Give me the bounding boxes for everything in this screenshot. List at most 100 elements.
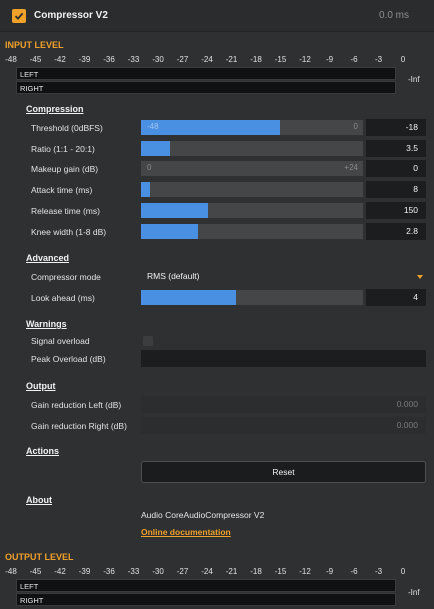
output-scale-tick-label: -3 [374,567,383,576]
release-slider-fill [141,203,208,218]
ratio-slider-fill [141,141,170,156]
output-scale-tick-label: -15 [274,567,287,576]
input-scale-tick-label: 0 [400,55,406,64]
compressor-mode-label: Compressor mode [31,272,101,282]
gain-reduction-left-label: Gain reduction Left (dB) [31,400,122,410]
input-scale-tick-label: -27 [176,55,189,64]
makeup-gain-slider[interactable]: 0 +24 [141,161,363,176]
input-meter-right-label: RIGHT [20,84,44,93]
input-peak-readout: -Inf [408,75,420,84]
output-scale-tick-label: -33 [127,567,140,576]
gain-reduction-right-field: 0.000 [141,417,426,434]
knee-width-label: Knee width (1-8 dB) [31,227,107,237]
signal-overload-indicator [143,336,153,346]
output-peak-readout: -Inf [408,588,420,597]
peak-overload-label: Peak Overload (dB) [31,354,106,364]
threshold-slider-fill [141,120,280,135]
attack-label: Attack time (ms) [31,185,93,195]
warnings-heading: Warnings [26,319,67,329]
input-scale-tick-label: -39 [78,55,91,64]
attack-value-field[interactable]: 8 [366,181,426,198]
compressor-mode-value: RMS (default) [147,271,200,281]
output-heading: Output [26,381,56,391]
lookahead-slider[interactable] [141,290,363,305]
output-scale-tick-label: -27 [176,567,189,576]
threshold-value-field[interactable]: -18 [366,119,426,136]
output-scale-tick-label: -42 [54,567,66,576]
input-scale-tick-label: -3 [374,55,383,64]
output-scale-tick-label: -18 [250,567,262,576]
output-meter-right-label: RIGHT [20,596,44,605]
input-scale-tick-label: -15 [274,55,287,64]
input-scale-tick-label: -48 [5,55,17,64]
output-scale-tick-label: -12 [299,567,311,576]
plugin-name-text: Audio CoreAudioCompressor V2 [141,510,265,520]
output-scale-tick-label: -48 [5,567,17,576]
peak-overload-field [141,350,426,367]
input-scale-tick-label: -36 [103,55,115,64]
reset-button[interactable]: Reset [141,461,426,483]
output-level-scale: -48 -45 -42 -39 -36 -33 -30 -27 -24 -21 -18 -15 -12-… [5,567,406,579]
gain-reduction-left-field: 0.000 [141,396,426,413]
release-value-field[interactable]: 150 [366,202,426,219]
output-scale-tick-label: -9 [325,567,334,576]
gain-reduction-right-label: Gain reduction Right (dB) [31,421,127,431]
ratio-value-field[interactable]: 3.5 [366,140,426,157]
attack-slider[interactable] [141,182,363,197]
advanced-heading: Advanced [26,253,70,263]
input-scale-tick-label: -21 [225,55,238,64]
input-scale-tick-label: -6 [350,55,358,64]
release-label: Release time (ms) [31,206,100,216]
plugin-title: Compressor V2 [34,10,108,21]
output-scale-tick-label: -45 [29,567,42,576]
lookahead-slider-fill [141,290,237,305]
output-meter-left: LEFT [16,579,396,592]
ratio-label: Ratio (1:1 - 20:1) [31,144,95,154]
output-scale-tick-label: -30 [152,567,164,576]
input-meter-left: LEFT [16,67,396,80]
release-slider[interactable] [141,203,363,218]
output-scale-tick-label: -6 [350,567,358,576]
output-scale-tick-label: -21 [225,567,238,576]
lookahead-value-field[interactable]: 4 [366,289,426,306]
input-level-label: INPUT LEVEL [5,40,64,50]
ratio-slider[interactable] [141,141,363,156]
input-meter-left-label: LEFT [20,70,39,79]
input-scale-tick-label: -9 [325,55,334,64]
output-scale-tick-label: 0 [400,567,406,576]
documentation-link[interactable]: Online documentation [141,527,231,537]
threshold-max-label: 0 [353,122,358,131]
knee-width-value-field[interactable]: 2.8 [366,223,426,240]
input-scale-tick-label: -30 [152,55,164,64]
checkmark-icon [14,12,24,20]
input-scale-tick-label: -12 [299,55,311,64]
attack-slider-fill [141,182,150,197]
makeup-min-label: 0 [147,163,152,172]
output-scale-tick-label: -36 [103,567,115,576]
chevron-down-icon [417,275,423,279]
output-meter-left-label: LEFT [20,582,39,591]
input-meter-right: RIGHT [16,81,396,94]
makeup-gain-value-field[interactable]: 0 [366,160,426,177]
enable-checkbox[interactable] [12,9,26,23]
threshold-slider[interactable]: -48 0 [141,120,363,135]
threshold-label: Threshold (0dBFS) [31,123,103,133]
threshold-min-label: -48 [147,122,159,131]
about-heading: About [26,495,52,505]
makeup-max-label: +24 [344,163,358,172]
plugin-header: Compressor V2 0.0 ms [0,0,434,32]
output-level-label: OUTPUT LEVEL [5,552,74,562]
latency-readout: 0.0 ms [378,10,409,21]
input-scale-tick-label: -42 [54,55,66,64]
output-scale-tick-label: -24 [201,567,213,576]
input-scale-tick-label: -24 [201,55,213,64]
input-scale-tick-label: -33 [127,55,140,64]
compressor-mode-select[interactable]: RMS (default) [141,268,426,285]
output-scale-tick-label: -39 [78,567,91,576]
input-level-scale: -48 -45 -42 -39 -36 -33 -30 -27 -24 -21 -18 -15 -12-… [5,55,406,67]
lookahead-label: Look ahead (ms) [31,293,95,303]
knee-width-slider[interactable] [141,224,363,239]
actions-heading: Actions [26,446,60,456]
makeup-gain-label: Makeup gain (dB) [31,164,99,174]
input-scale-tick-label: -18 [250,55,262,64]
